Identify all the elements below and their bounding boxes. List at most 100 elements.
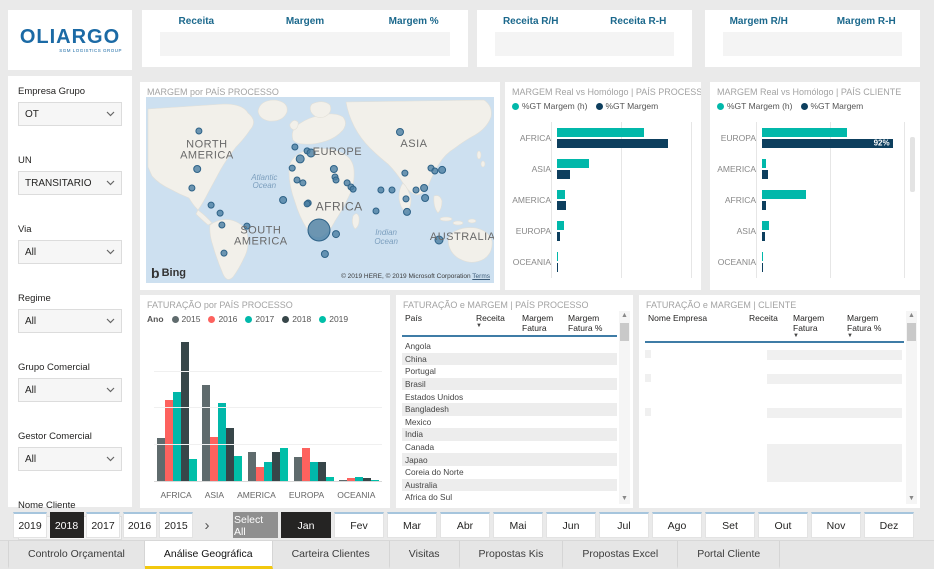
month-button-fev[interactable]: Fev	[334, 512, 384, 538]
year-button-2018[interactable]: 2018	[50, 512, 84, 538]
table-row-mexico[interactable]: Mexico	[402, 416, 617, 429]
bar-europa-gt-margem-h[interactable]	[557, 221, 564, 230]
month-button-nov[interactable]: Nov	[811, 512, 861, 538]
bar-africa-2017[interactable]	[173, 392, 181, 481]
column-header-margem-fatura[interactable]: Margem Fatura▼	[790, 311, 844, 341]
bar-oceania-2018[interactable]	[363, 478, 371, 481]
year-scroll-next-icon[interactable]: ›	[196, 512, 218, 538]
map-bubble[interactable]	[333, 177, 339, 183]
page-tab-carteira-clientes[interactable]: Carteira Clientes	[273, 541, 390, 569]
map-bubble[interactable]	[300, 180, 306, 186]
table-row-portugal[interactable]: Portugal	[402, 365, 617, 378]
map-bubble[interactable]	[397, 129, 404, 136]
map-bubble[interactable]	[432, 168, 438, 174]
table-row-china[interactable]: China	[402, 353, 617, 366]
bar-america-gt-margem[interactable]	[762, 170, 768, 179]
map-bubble[interactable]	[350, 186, 356, 192]
bar-asia-gt-margem[interactable]	[762, 232, 765, 241]
scroll-down-icon[interactable]: ▼	[621, 494, 628, 504]
map-bubble[interactable]	[280, 197, 287, 204]
map-bubble[interactable]	[304, 201, 310, 207]
bar-america-gt-margem-h[interactable]	[762, 159, 766, 168]
scroll-up-icon[interactable]: ▲	[908, 311, 915, 321]
bar-europa-2018[interactable]	[318, 462, 326, 481]
month-button-set[interactable]: Set	[705, 512, 755, 538]
bar-america-2017[interactable]	[264, 462, 272, 481]
bar-europa-gt-margem[interactable]: 92%	[762, 139, 893, 148]
month-button-jun[interactable]: Jun	[546, 512, 596, 538]
bar-america-gt-margem-h[interactable]	[557, 190, 565, 199]
dropdown-grupo-comercial[interactable]: All	[18, 378, 122, 402]
bar-america-2019[interactable]	[280, 448, 288, 481]
bar-asia-gt-margem-h[interactable]	[557, 159, 589, 168]
column-header-receita[interactable]: Receita	[746, 311, 790, 341]
bar-asia-gt-margem[interactable]	[557, 170, 570, 179]
bar-oceania-gt-margem[interactable]	[762, 263, 763, 272]
map-terms-link[interactable]: Terms	[472, 273, 490, 280]
month-button-out[interactable]: Out	[758, 512, 808, 538]
bar-oceania-gt-margem-h[interactable]	[557, 252, 558, 261]
bar-oceania-2017[interactable]	[355, 477, 363, 481]
bar-africa-gt-margem-h[interactable]	[557, 128, 644, 137]
bar-africa-2019[interactable]	[189, 459, 197, 481]
bar-oceania-2015[interactable]	[339, 480, 347, 481]
bar-europa-2016[interactable]	[302, 448, 310, 481]
map-bubble[interactable]	[221, 250, 227, 256]
dropdown-via[interactable]: All	[18, 240, 122, 264]
map-bubble[interactable]	[402, 170, 408, 176]
column-header-pai-s[interactable]: País	[402, 311, 473, 335]
page-tab-propostas-kis[interactable]: Propostas Kis	[460, 541, 564, 569]
map-bubble[interactable]	[422, 195, 429, 202]
month-button-mai[interactable]: Mai	[493, 512, 543, 538]
bar-oceania-2019[interactable]	[371, 480, 379, 481]
bar-oceania-2016[interactable]	[347, 478, 355, 481]
table-row-brasil[interactable]: Brasil	[402, 378, 617, 391]
table-row-bangladesh[interactable]: Bangladesh	[402, 403, 617, 416]
page-tab-propostas-excel[interactable]: Propostas Excel	[563, 541, 678, 569]
dropdown-gestor-comercial[interactable]: All	[18, 447, 122, 471]
bar-asia-2018[interactable]	[226, 428, 234, 481]
bar-asia-gt-margem-h[interactable]	[762, 221, 769, 230]
page-tab-controlo-orc-amental[interactable]: Controlo Orçamental	[8, 541, 145, 569]
bar-oceania-gt-margem-h[interactable]	[762, 252, 763, 261]
scrollbar-thumb[interactable]	[620, 323, 629, 341]
bar-africa-2018[interactable]	[181, 342, 189, 481]
column-header-margem-fatura[interactable]: Margem Fatura %▼	[844, 311, 904, 341]
column-header-receita[interactable]: Receita▼	[473, 311, 519, 335]
map-bubble[interactable]	[219, 222, 225, 228]
select-all-button[interactable]: Select All	[233, 512, 278, 538]
bar-asia-2015[interactable]	[202, 385, 210, 481]
page-tab-ana-lise-geogra-fica[interactable]: Análise Geográfica	[145, 541, 273, 569]
map-bubble[interactable]	[208, 202, 214, 208]
table-row-australia[interactable]: Australia	[402, 479, 617, 492]
bar-europa-2015[interactable]	[294, 457, 302, 481]
table-row-india[interactable]: India	[402, 428, 617, 441]
page-tab-visitas[interactable]: Visitas	[390, 541, 460, 569]
bar-asia-2019[interactable]	[234, 456, 242, 481]
table-row-japao[interactable]: Japao	[402, 453, 617, 466]
table-row-angola[interactable]: Angola	[402, 340, 617, 353]
bar-oceania-gt-margem[interactable]	[557, 263, 558, 272]
map-bubble[interactable]	[439, 166, 446, 173]
table-scrollbar[interactable]: ▲ ▼	[619, 311, 630, 504]
page-tab-portal-cliente[interactable]: Portal Cliente	[678, 541, 780, 569]
bar-america-gt-margem[interactable]	[557, 201, 566, 210]
year-button-2017[interactable]: 2017	[86, 512, 120, 538]
map-bubble[interactable]	[378, 187, 384, 193]
bar-america-2015[interactable]	[248, 452, 256, 481]
scroll-up-icon[interactable]: ▲	[621, 311, 628, 321]
map-bubble[interactable]	[292, 144, 298, 150]
year-button-2019[interactable]: 2019	[13, 512, 47, 538]
map-bubble[interactable]	[333, 231, 340, 238]
table-scrollbar[interactable]: ▲ ▼	[906, 311, 917, 504]
map-bubble[interactable]	[308, 219, 330, 241]
bar-europa-2017[interactable]	[310, 462, 318, 481]
table-row-africa-do-sul[interactable]: Africa do Sul	[402, 491, 617, 504]
scroll-down-icon[interactable]: ▼	[908, 494, 915, 504]
map-bubble[interactable]	[321, 251, 328, 258]
map-bubble[interactable]	[413, 187, 419, 193]
dropdown-un[interactable]: TRANSITARIO	[18, 171, 122, 195]
map-bubble[interactable]	[189, 185, 195, 191]
bar-europa-2019[interactable]	[326, 477, 334, 481]
column-header-margem-fatura[interactable]: Margem Fatura	[519, 311, 565, 335]
